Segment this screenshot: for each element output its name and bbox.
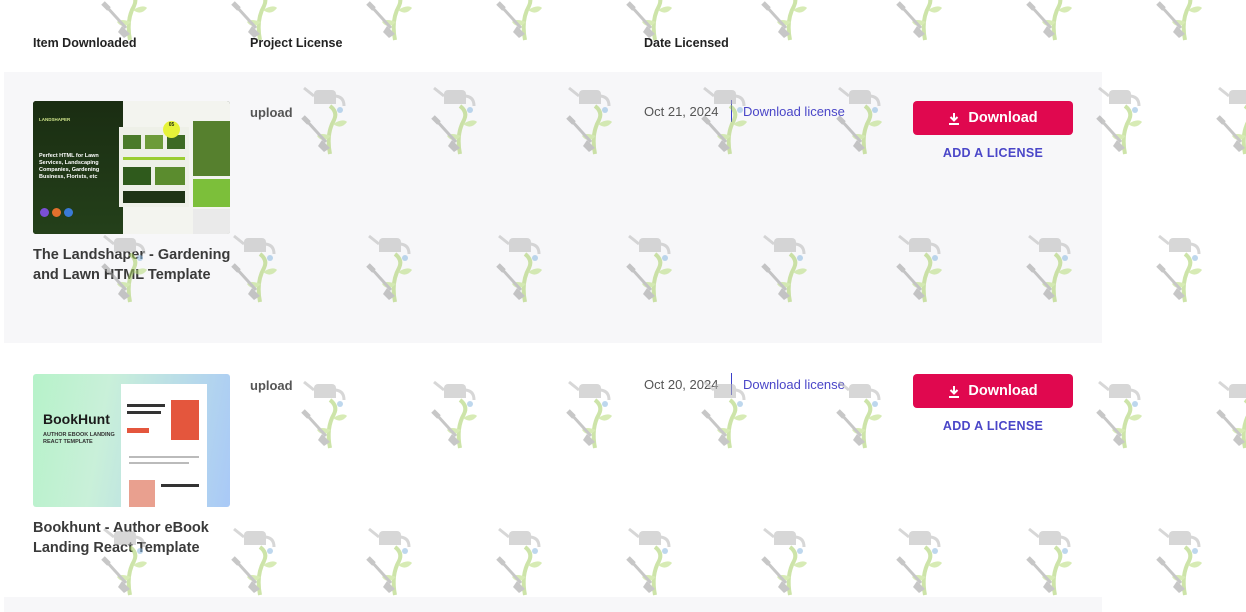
download-button[interactable]: Download bbox=[913, 101, 1073, 135]
header-project-license: Project License bbox=[250, 36, 343, 50]
thumbnail-tile bbox=[145, 135, 163, 149]
thumbnail-screen bbox=[119, 127, 189, 207]
thumbnail-book-cover bbox=[129, 480, 155, 507]
thumbnail-tile bbox=[155, 167, 185, 185]
date-licensed-value: Oct 21, 2024 bbox=[644, 104, 719, 119]
divider bbox=[731, 373, 732, 395]
download-license-link[interactable]: Download license bbox=[743, 104, 845, 119]
item-title[interactable]: The Landshaper - Gardening and Lawn HTML… bbox=[33, 245, 233, 285]
thumbnail-line bbox=[129, 462, 189, 464]
watering-can-shovel-icon bbox=[1216, 380, 1246, 449]
thumbnail-photo bbox=[193, 121, 230, 176]
thumbnail-panel bbox=[193, 209, 230, 234]
date-licensed-value: Oct 20, 2024 bbox=[644, 377, 719, 392]
table-row-partial bbox=[4, 597, 1102, 612]
thumbnail-line bbox=[129, 456, 199, 458]
watering-can-shovel-icon bbox=[1156, 527, 1202, 596]
header-date-licensed: Date Licensed bbox=[644, 36, 729, 50]
download-arrow-icon bbox=[949, 385, 960, 398]
tech-icon bbox=[64, 208, 73, 217]
thumbnail-line bbox=[161, 484, 199, 487]
project-license-value: upload bbox=[250, 378, 293, 393]
thumbnail-subtitle: AUTHOR EBOOK LANDING REACT TEMPLATE bbox=[43, 432, 115, 445]
thumbnail-tagline: Perfect HTML for Lawn Services, Landscap… bbox=[39, 153, 100, 180]
project-license-value: upload bbox=[250, 105, 293, 120]
header-item-downloaded: Item Downloaded bbox=[33, 36, 137, 50]
download-license-link[interactable]: Download license bbox=[743, 377, 845, 392]
thumbnail-screen bbox=[121, 384, 207, 507]
watering-can-shovel-icon bbox=[1096, 86, 1142, 155]
thumbnail-tile bbox=[123, 167, 151, 185]
tech-icon bbox=[40, 208, 49, 217]
thumbnail-line bbox=[127, 404, 165, 407]
table-header: Item Downloaded Project License Date Lic… bbox=[0, 0, 1246, 72]
download-button[interactable]: Download bbox=[913, 374, 1073, 408]
tech-icon bbox=[52, 208, 61, 217]
item-thumbnail[interactable]: BookHunt AUTHOR EBOOK LANDING REACT TEMP… bbox=[33, 374, 230, 507]
thumbnail-badge: 05 bbox=[163, 121, 180, 138]
thumbnail-logo: LANDSHAPER bbox=[39, 117, 71, 122]
thumbnail-title: BookHunt bbox=[43, 411, 110, 427]
add-license-link[interactable]: ADD A LICENSE bbox=[913, 419, 1073, 433]
watering-can-shovel-icon bbox=[1096, 380, 1142, 449]
download-button-label: Download bbox=[968, 383, 1038, 399]
thumbnail-person bbox=[193, 179, 230, 207]
thumbnail-tile bbox=[123, 135, 141, 149]
download-arrow-icon bbox=[949, 112, 960, 125]
table-row: BookHunt AUTHOR EBOOK LANDING REACT TEMP… bbox=[4, 345, 1102, 595]
item-title[interactable]: Bookhunt - Author eBook Landing React Te… bbox=[33, 518, 233, 558]
watering-can-shovel-icon bbox=[1216, 86, 1246, 155]
watering-can-shovel-icon bbox=[1156, 234, 1202, 303]
thumbnail-cta bbox=[127, 428, 149, 433]
divider bbox=[731, 100, 732, 122]
thumbnail-tile bbox=[123, 191, 185, 203]
table-row: LANDSHAPER Perfect HTML for Lawn Service… bbox=[4, 72, 1102, 343]
add-license-link[interactable]: ADD A LICENSE bbox=[913, 146, 1073, 160]
thumbnail-book-cover bbox=[171, 400, 199, 440]
item-thumbnail[interactable]: LANDSHAPER Perfect HTML for Lawn Service… bbox=[33, 101, 230, 234]
thumbnail-line bbox=[127, 411, 161, 414]
thumbnail-bar bbox=[123, 157, 185, 160]
download-button-label: Download bbox=[968, 110, 1038, 126]
